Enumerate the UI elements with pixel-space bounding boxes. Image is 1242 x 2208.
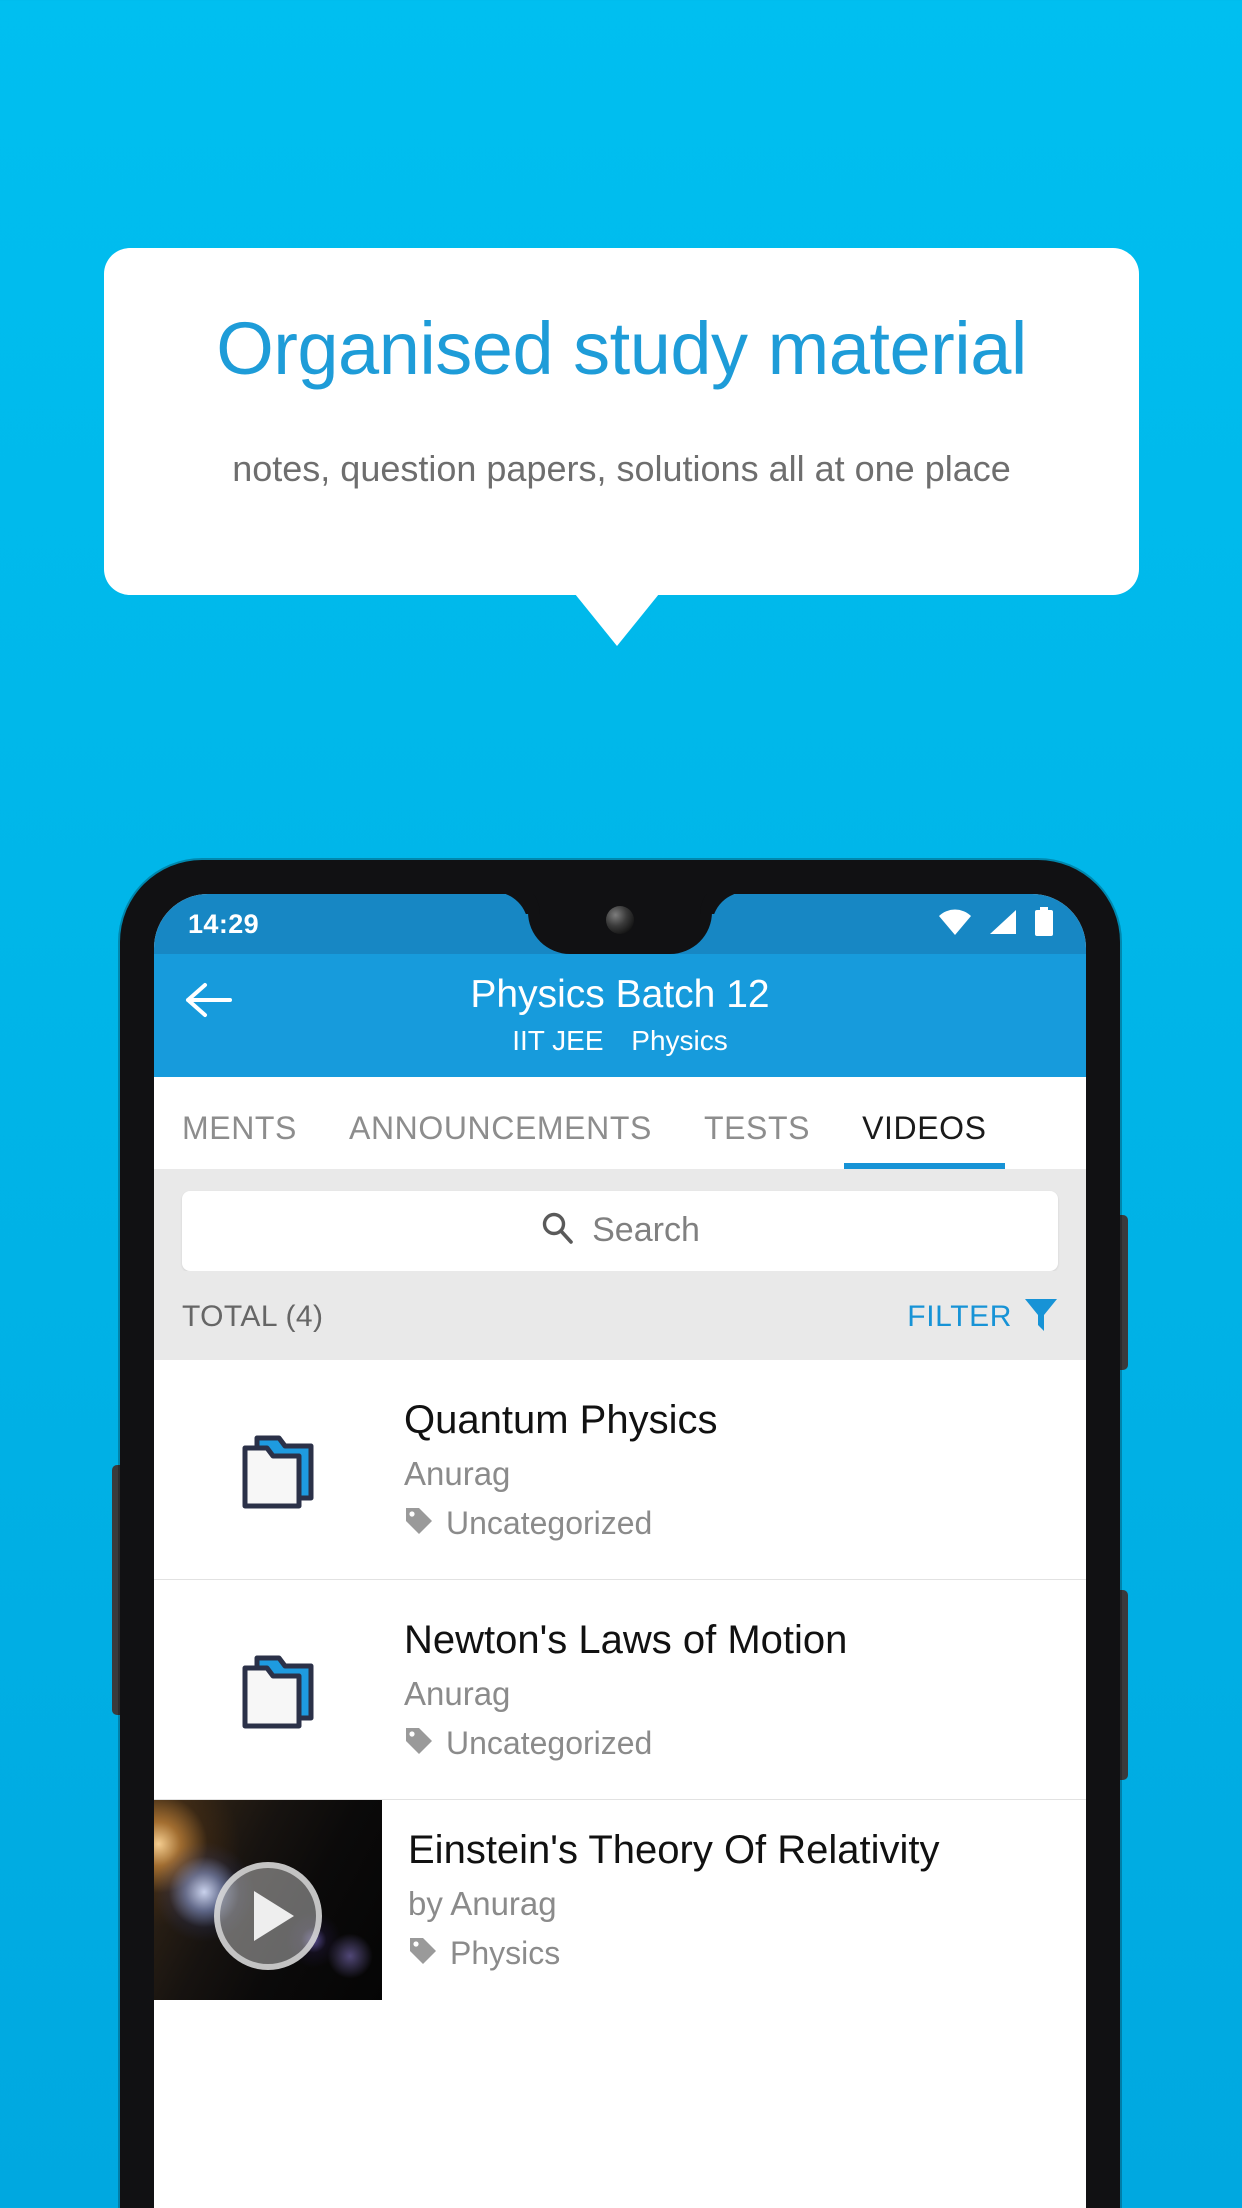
list-item-text: Newton's Laws of Motion Anurag Uncategor…	[404, 1617, 1086, 1762]
content-list: Quantum Physics Anurag Uncategorized New…	[154, 1359, 1086, 2000]
list-header: TOTAL (4) FILTER	[154, 1270, 1086, 1360]
video-thumbnail[interactable]	[154, 1799, 382, 2000]
tab-announcements[interactable]: ANNOUNCEMENTS	[349, 1110, 652, 1169]
list-item-tag: Physics	[408, 1935, 1066, 1972]
battery-icon	[1034, 906, 1054, 942]
search-area: Search	[154, 1168, 1086, 1271]
list-item-title: Newton's Laws of Motion	[404, 1617, 848, 1662]
list-item-title: Quantum Physics	[404, 1397, 718, 1442]
list-item-tag-label: Uncategorized	[446, 1724, 653, 1761]
list-item-tag-label: Uncategorized	[446, 1504, 653, 1541]
promo-subtitle: notes, question papers, solutions all at…	[232, 448, 1011, 489]
back-arrow-icon[interactable]	[184, 980, 234, 1025]
list-item-title: Einstein's Theory Of Relativity	[408, 1828, 940, 1873]
filter-button[interactable]: FILTER	[907, 1297, 1058, 1338]
list-item-author: Anurag	[404, 1674, 511, 1712]
search-icon	[540, 1211, 574, 1250]
filter-label: FILTER	[907, 1300, 1012, 1334]
exam-label: IIT JEE	[512, 1024, 604, 1056]
list-item[interactable]: Newton's Laws of Motion Anurag Uncategor…	[154, 1580, 1086, 1800]
list-item-tag-label: Physics	[450, 1935, 561, 1972]
list-item-text: Einstein's Theory Of Relativity by Anura…	[382, 1827, 1086, 1972]
tab-videos[interactable]: VIDEOS	[844, 1110, 1005, 1169]
filter-funnel-icon	[1024, 1297, 1058, 1338]
cellular-signal-icon	[988, 909, 1018, 940]
status-bar-icons	[938, 894, 1054, 954]
wifi-icon	[938, 909, 972, 940]
promo-title: Organised study material	[216, 307, 1027, 390]
tab-tests[interactable]: TESTS	[704, 1110, 810, 1169]
list-item-tag: Uncategorized	[404, 1725, 1066, 1762]
subject-label: Physics	[631, 1024, 728, 1056]
list-item[interactable]: Einstein's Theory Of Relativity by Anura…	[154, 1799, 1086, 2000]
folder-icon	[154, 1426, 404, 1512]
tab-ments[interactable]: MENTS	[182, 1110, 297, 1169]
tab-bar: MENTS ANNOUNCEMENTS TESTS VIDEOS	[154, 1076, 1086, 1169]
phone-mockup: 14:29 Physics Batch 12 IIT JEE Physics M…	[120, 860, 1120, 2208]
tag-icon	[404, 1726, 434, 1761]
phone-screen: 14:29 Physics Batch 12 IIT JEE Physics M…	[154, 894, 1086, 2208]
list-item-author: by Anurag	[408, 1885, 557, 1923]
app-bar: Physics Batch 12 IIT JEE Physics	[154, 954, 1086, 1077]
tag-icon	[408, 1936, 438, 1971]
status-bar-clock: 14:29	[188, 908, 260, 939]
list-item-tag: Uncategorized	[404, 1505, 1066, 1542]
page-title: Physics Batch 12	[470, 973, 770, 1016]
promo-bubble-tail	[575, 594, 659, 646]
play-icon[interactable]	[214, 1861, 322, 1970]
status-bar: 14:29	[154, 894, 1086, 954]
search-input[interactable]: Search	[182, 1190, 1058, 1271]
front-camera-icon	[606, 906, 634, 934]
page-subtitle: IIT JEE Physics	[154, 1025, 1086, 1057]
list-item-author: Anurag	[404, 1454, 511, 1492]
total-count-label: TOTAL (4)	[182, 1300, 324, 1334]
list-item[interactable]: Quantum Physics Anurag Uncategorized	[154, 1360, 1086, 1580]
list-item-text: Quantum Physics Anurag Uncategorized	[404, 1397, 1086, 1542]
search-placeholder: Search	[592, 1211, 700, 1250]
folder-icon	[154, 1646, 404, 1732]
tag-icon	[404, 1506, 434, 1541]
promo-bubble: Organised study material notes, question…	[104, 248, 1139, 595]
camera-notch	[528, 894, 712, 954]
